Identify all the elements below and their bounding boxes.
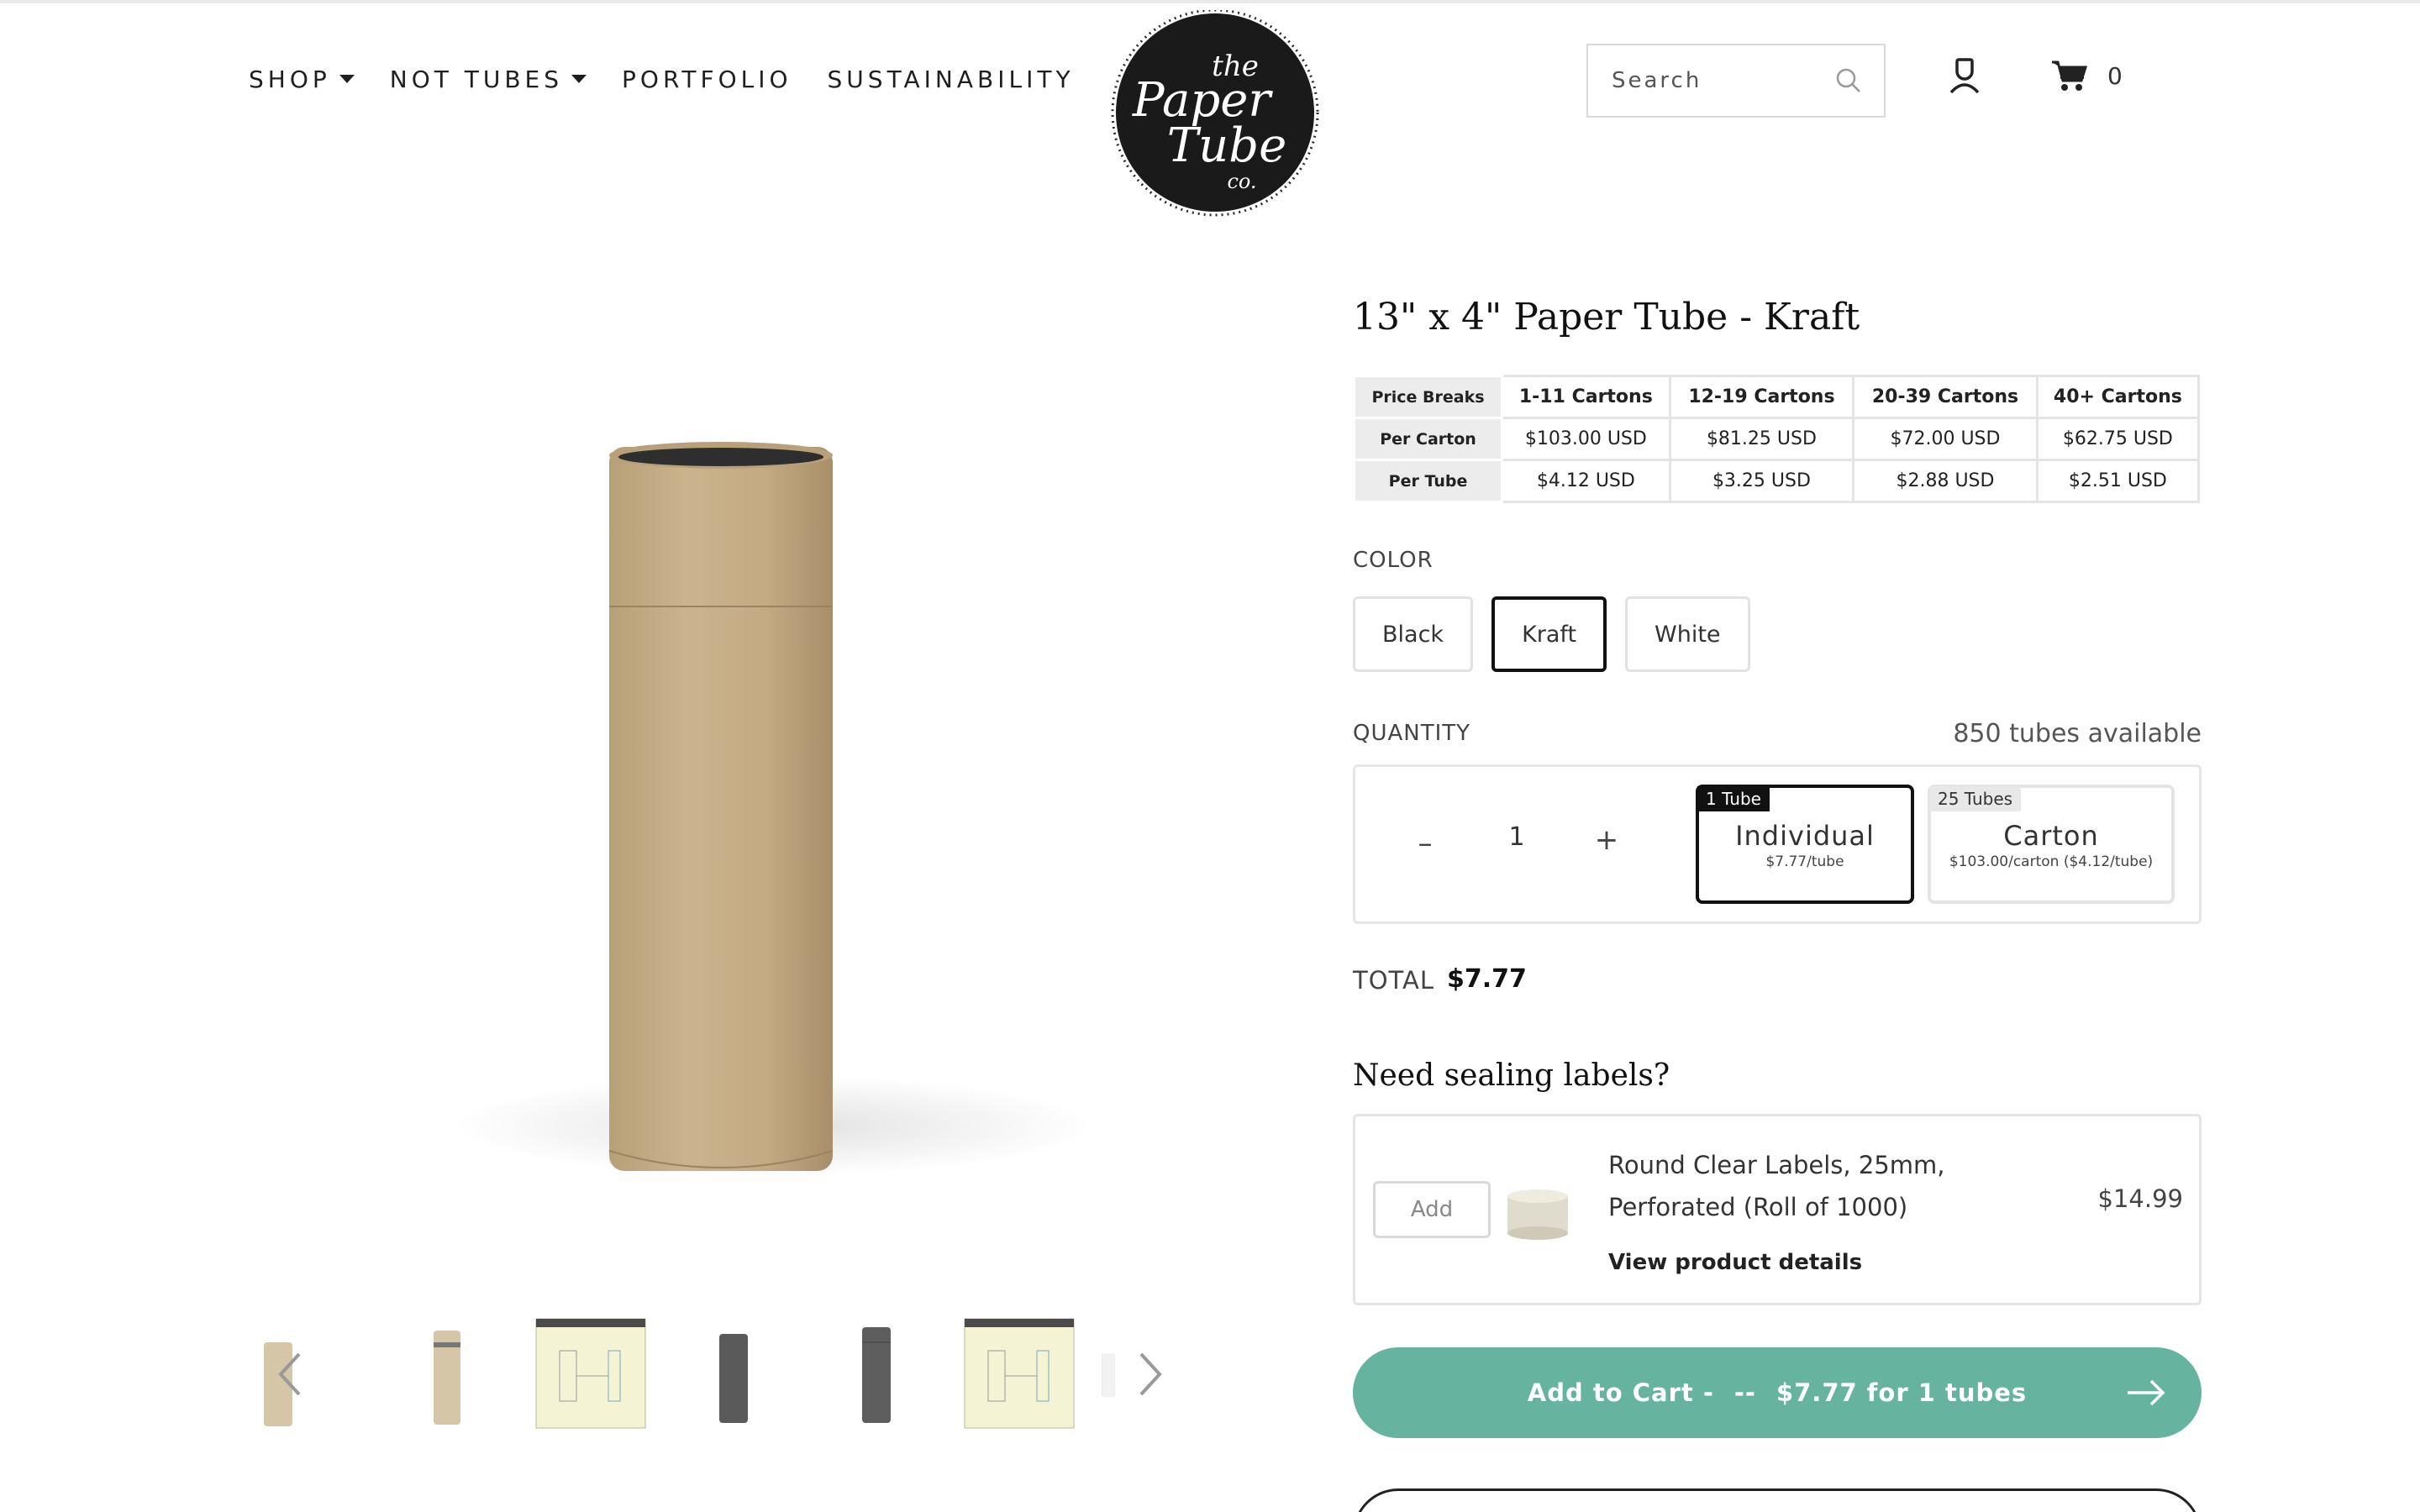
secondary-button[interactable] (1353, 1488, 2202, 1512)
price-col-20-39: 20-39 Cartons (1852, 375, 2039, 419)
table-cell: $2.88 USD (1852, 459, 2039, 503)
table-cell: $62.75 USD (2035, 417, 2201, 461)
search-input[interactable] (1612, 68, 1822, 93)
table-cell: $103.00 USD (1501, 417, 1671, 461)
user-icon[interactable] (1946, 55, 1983, 96)
quantity-decrement-button[interactable]: – (1408, 827, 1442, 860)
thumbnail-black-2[interactable] (820, 1317, 933, 1430)
quantity-label: QUANTITY (1353, 721, 1471, 746)
nav-portfolio-label: PORTFOLIO (622, 65, 792, 93)
thumbnail-strip (249, 1310, 1190, 1436)
cart-count[interactable]: 0 (2107, 62, 2123, 90)
thumbnail-black-1[interactable] (677, 1317, 790, 1430)
price-col-1-11: 1-11 Cartons (1501, 375, 1671, 419)
color-label: COLOR (1353, 548, 1434, 573)
nav-not-tubes-label: NOT TUBES (389, 65, 564, 93)
nav-sustainability-label: SUSTAINABILITY (827, 65, 1075, 93)
pack-option-individual[interactable]: 1 Tube Individual $7.77/tube (1696, 785, 1914, 904)
chevron-left-icon[interactable] (274, 1351, 308, 1398)
top-border (0, 0, 2420, 3)
per-carton-row-label: Per Carton (1353, 417, 1503, 461)
add-to-cart-button[interactable]: Add to Cart - -- $7.77 for 1 tubes (1353, 1347, 2202, 1438)
upsell-product-name: Round Clear Labels, 25mm, Perforated (Ro… (1608, 1151, 1945, 1221)
table-cell: $81.25 USD (1668, 417, 1855, 461)
nav-shop-label: SHOP (249, 65, 331, 93)
per-tube-row-label: Per Tube (1353, 459, 1503, 503)
nav-shop[interactable]: SHOP (249, 66, 355, 93)
add-to-cart-separator: -- (1733, 1378, 1756, 1407)
product-title: 13" x 4" Paper Tube - Kraft (1353, 296, 1860, 339)
pack-tag: 1 Tube (1697, 786, 1770, 811)
arrow-right-icon (2128, 1379, 2165, 1406)
product-main-image[interactable] (336, 395, 1176, 1285)
table-cell: $2.51 USD (2035, 459, 2201, 503)
logo-text-tube: Tube (1167, 118, 1286, 173)
price-breaks-table: Price Breaks 1-11 Cartons 12-19 Cartons … (1353, 375, 2201, 503)
add-to-cart-prefix: Add to Cart - (1527, 1378, 1714, 1407)
price-breaks-header: Price Breaks (1353, 375, 1503, 419)
nav-not-tubes[interactable]: NOT TUBES (390, 66, 587, 93)
price-col-40-plus: 40+ Cartons (2035, 375, 2201, 419)
cart-icon[interactable] (2050, 59, 2087, 92)
add-to-cart-summary: $7.77 for 1 tubes (1776, 1378, 2028, 1407)
table-cell: $72.00 USD (1852, 417, 2039, 461)
view-product-details-link[interactable]: View product details (1608, 1250, 1862, 1275)
label-roll-image (1507, 1189, 1568, 1240)
brand-logo[interactable]: the Paper Tube co. (1092, 8, 1344, 220)
pack-option-carton[interactable]: 25 Tubes Carton $103.00/carton ($4.12/tu… (1928, 785, 2175, 904)
logo-text-co: co. (1227, 170, 1256, 193)
pack-price: $7.77/tube (1765, 853, 1844, 870)
sealing-labels-heading: Need sealing labels? (1353, 1058, 1670, 1093)
upsell-product-price: $14.99 (2097, 1184, 2183, 1213)
chevron-right-icon[interactable] (1133, 1351, 1166, 1398)
color-option-black[interactable]: Black (1353, 596, 1474, 672)
quantity-increment-button[interactable]: + (1590, 823, 1623, 857)
total-value: $7.77 (1447, 964, 1527, 994)
price-col-12-19: 12-19 Cartons (1668, 375, 1855, 419)
color-option-white[interactable]: White (1625, 596, 1750, 672)
caret-down-icon (339, 75, 355, 83)
pack-name: Carton (2003, 820, 2099, 852)
pack-price: $103.00/carton ($4.12/tube) (1949, 853, 2154, 870)
caret-down-icon (571, 75, 587, 83)
search-box (1586, 44, 1886, 118)
thumbnail-spec-sheet-2[interactable] (963, 1317, 1076, 1430)
main-nav: SHOP NOT TUBES PORTFOLIO SUSTAINABILITY (249, 60, 1075, 97)
total-label: TOTAL (1353, 966, 1434, 995)
pack-name: Individual (1735, 820, 1875, 852)
table-cell: $4.12 USD (1501, 459, 1671, 503)
pack-tag: 25 Tubes (1929, 786, 2022, 811)
color-option-kraft[interactable]: Kraft (1491, 596, 1607, 672)
thumbnail-spec-sheet-1[interactable] (534, 1317, 647, 1430)
add-labels-button[interactable]: Add (1373, 1181, 1491, 1238)
stock-availability: 850 tubes available (1953, 719, 2202, 748)
search-icon[interactable] (1832, 64, 1865, 97)
color-options: Black Kraft White (1353, 596, 1750, 672)
nav-sustainability[interactable]: SUSTAINABILITY (828, 66, 1075, 93)
thumbnail-white-1[interactable] (1089, 1317, 1139, 1430)
nav-portfolio[interactable]: PORTFOLIO (622, 66, 792, 93)
quantity-input[interactable] (1487, 813, 1546, 860)
table-cell: $3.25 USD (1668, 459, 1855, 503)
thumbnail-kraft-2[interactable] (392, 1317, 504, 1430)
